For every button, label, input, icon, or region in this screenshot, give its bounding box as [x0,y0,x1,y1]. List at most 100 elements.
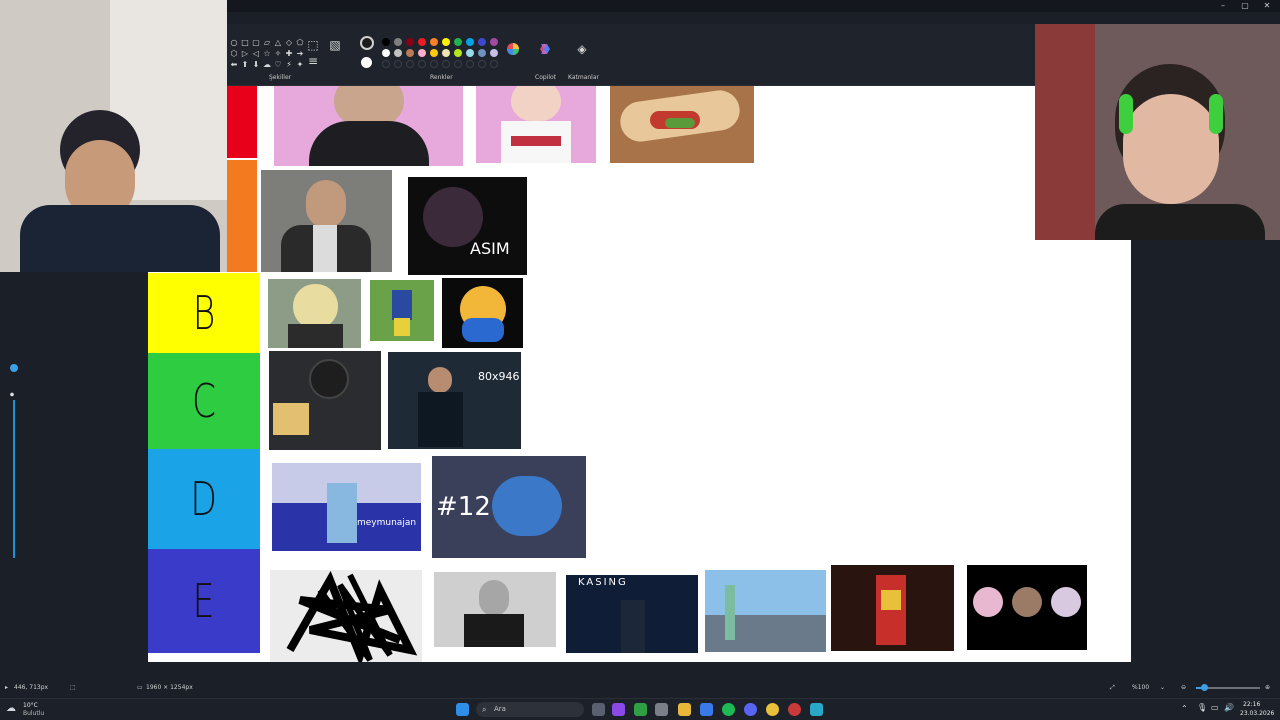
color-picker-wheel-icon[interactable] [503,42,523,59]
spotify-icon[interactable] [722,703,735,716]
photos-icon[interactable] [655,703,668,716]
tier-d-label: D [190,472,218,526]
color-swatch[interactable] [478,60,486,68]
left-slider[interactable] [13,400,15,558]
color-swatch[interactable] [406,49,414,57]
color-swatch[interactable] [442,60,450,68]
xbox-icon[interactable] [634,703,647,716]
shape-item[interactable]: ✚ [284,49,294,59]
network-icon[interactable]: ▭ [1211,703,1219,712]
clock-date[interactable]: 23.03.2026 [1240,710,1274,717]
color-swatch[interactable] [442,49,450,57]
volume-icon[interactable]: 🔊 [1224,703,1234,712]
store-icon[interactable] [700,703,713,716]
color-swatch[interactable] [490,49,498,57]
shape-item[interactable]: ◁ [251,49,261,59]
shape-item[interactable]: □ [240,38,250,48]
shape-item[interactable]: ⬇ [251,60,261,70]
search-input[interactable]: ⌕ Ara [476,702,584,717]
paint-app-icon[interactable] [810,703,823,716]
shape-item[interactable]: ⬅ [229,60,239,70]
color-swatch[interactable] [490,38,498,46]
zoom-slider-thumb[interactable] [1201,684,1208,691]
minimize-button[interactable]: – [1212,0,1234,12]
outline-icon[interactable]: ⬚ [303,38,323,52]
shape-item[interactable]: △ [273,38,283,48]
color-swatch[interactable] [382,38,390,46]
color-swatch[interactable] [394,60,402,68]
copilot-label[interactable]: Copilot [535,74,556,81]
color-swatch[interactable] [454,38,462,46]
color-swatch[interactable] [466,38,474,46]
layers-label[interactable]: Katmanlar [568,74,599,81]
shapes-gallery[interactable]: ○ □ ▢ ▱ △ ◇ ⬠ ⬡ ▷ ◁ ☆ ✧ ✚ ➔ ⬅ ⬆ ⬇ ☁ ♡ ⚡ ✦ [229,38,304,72]
weather-icon[interactable]: ☁ [6,703,16,714]
color-swatch[interactable] [454,49,462,57]
shape-item[interactable]: ▢ [251,38,261,48]
color-swatch[interactable] [394,38,402,46]
close-button[interactable]: ✕ [1256,0,1278,12]
zoom-in-icon[interactable]: ⊕ [1265,684,1270,691]
shape-item[interactable]: ▱ [262,38,272,48]
shape-item[interactable]: ◇ [284,38,294,48]
zoom-out-icon[interactable]: ⊖ [1181,684,1186,691]
clock-time[interactable]: 22:16 [1243,701,1260,708]
secondary-color[interactable] [361,57,372,68]
search-placeholder: Ara [494,705,506,713]
left-slider-handle[interactable] [10,364,18,372]
copilot-app-icon[interactable] [612,703,625,716]
zoom-dropdown-icon[interactable]: ⌄ [1160,684,1165,691]
fit-to-window-icon[interactable]: ⤢ [1110,684,1115,692]
color-swatch[interactable] [430,38,438,46]
color-swatch[interactable] [406,60,414,68]
shape-item[interactable]: ☆ [262,49,272,59]
weather-temp[interactable]: 10°C [23,702,38,709]
chrome-icon[interactable] [766,703,779,716]
fill-icon[interactable]: ▧ [325,38,345,52]
color-swatch[interactable] [418,38,426,46]
color-swatch[interactable] [442,38,450,46]
brush-size-icon[interactable]: ≡ [303,54,323,68]
start-icon[interactable] [456,703,469,716]
weather-desc[interactable]: Bulutlu [23,710,44,717]
shape-item[interactable]: ✧ [273,49,283,59]
discord-icon[interactable] [744,703,757,716]
image-bald-man [434,572,556,647]
color-swatch[interactable] [418,49,426,57]
image-anime-girl [476,86,596,163]
zoom-level[interactable]: %100 [1132,684,1149,691]
shape-item[interactable]: ▷ [240,49,250,59]
copilot-icon[interactable] [535,42,555,59]
shape-item[interactable]: ○ [229,38,239,48]
task-view-icon[interactable] [592,703,605,716]
color-swatch[interactable] [454,60,462,68]
shape-item[interactable]: ⬆ [240,60,250,70]
obs-icon[interactable] [788,703,801,716]
color-swatch[interactable] [382,49,390,57]
maximize-button[interactable]: ▢ [1234,0,1256,12]
shape-item[interactable]: ⬡ [229,49,239,59]
color-swatch[interactable] [466,60,474,68]
color-swatch[interactable] [466,49,474,57]
color-swatch[interactable] [490,60,498,68]
color-swatch[interactable] [394,49,402,57]
color-swatch[interactable] [406,38,414,46]
color-swatch[interactable] [382,60,390,68]
color-swatch[interactable] [418,60,426,68]
image-meymunajan: meymunajan [272,463,421,551]
shape-item[interactable]: ☁ [262,60,272,70]
meymun-caption: meymunajan [357,518,417,528]
primary-color[interactable] [360,36,374,50]
color-swatch[interactable] [430,49,438,57]
file-explorer-icon[interactable] [678,703,691,716]
layers-icon[interactable]: ◈ [572,42,592,56]
tray-chevron-icon[interactable]: ⌃ [1181,704,1188,713]
color-swatch[interactable] [478,49,486,57]
shape-item[interactable]: ⚡ [284,60,294,70]
color-swatch[interactable] [478,38,486,46]
mic-icon[interactable]: 🎙 [1197,703,1207,712]
shape-item[interactable]: ♡ [273,60,283,70]
tier-b: B [148,273,260,353]
color-palette[interactable] [382,38,500,68]
color-swatch[interactable] [430,60,438,68]
